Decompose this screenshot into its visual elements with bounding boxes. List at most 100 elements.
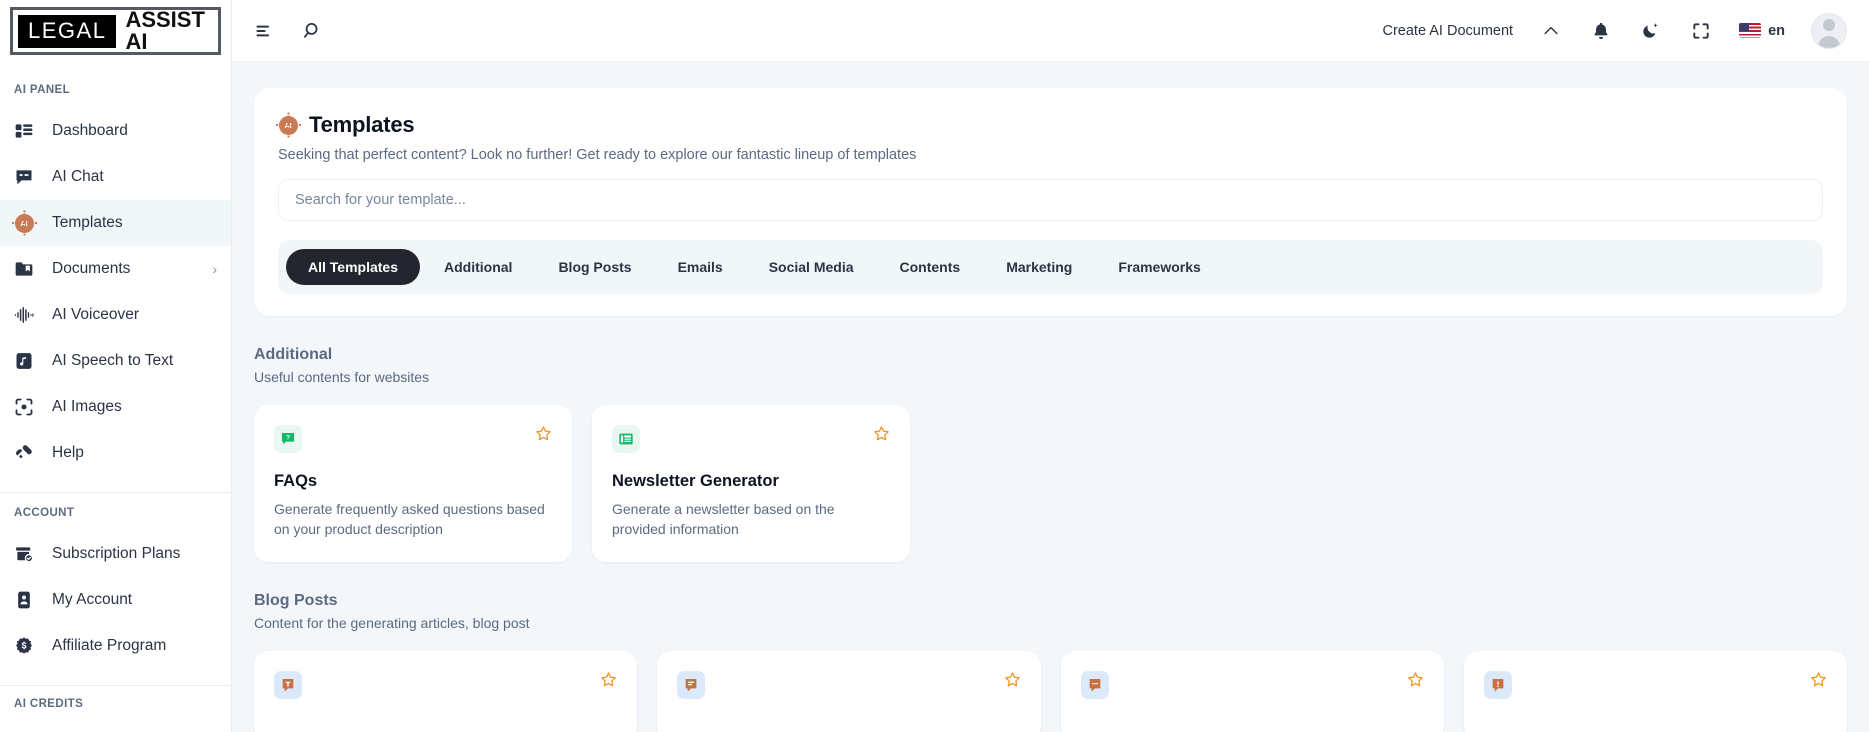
id-card-icon (14, 590, 34, 610)
group-title: Blog Posts (254, 591, 338, 609)
sidebar-section-label-account: ACCOUNT (14, 507, 75, 519)
logo[interactable]: LEGAL ASSIST AI (0, 0, 231, 62)
template-card-list (254, 650, 1847, 732)
template-card-blog-4[interactable] (1463, 650, 1847, 732)
sidebar-item-label: My Account (52, 591, 133, 608)
tab-blog-posts[interactable]: Blog Posts (536, 249, 653, 285)
sidebar-item-label: AI Images (52, 398, 122, 415)
chevron-right-icon: › (212, 261, 217, 277)
logo-box: LEGAL ASSIST AI (10, 7, 221, 55)
star-outline-icon[interactable] (535, 425, 552, 442)
moon-icon[interactable] (1639, 19, 1663, 43)
create-ai-document-button[interactable]: Create AI Document (1383, 23, 1514, 39)
template-card-blog-2[interactable] (657, 650, 1041, 732)
language-selector[interactable]: en (1739, 23, 1785, 39)
sidebar-item-documents[interactable]: Documents › (0, 246, 231, 292)
group-subtitle: Useful contents for websites (254, 369, 430, 385)
template-card-newsletter-generator[interactable]: Newsletter Generator Generate a newslett… (592, 405, 910, 562)
tab-frameworks[interactable]: Frameworks (1096, 249, 1222, 285)
chevron-up-icon[interactable] (1539, 19, 1563, 43)
sidebar-item-ai-voiceover[interactable]: AI Voiceover (0, 292, 231, 338)
group-subtitle: Content for the generating articles, blo… (254, 614, 530, 631)
chat-icon (14, 167, 34, 187)
avatar[interactable] (1811, 12, 1847, 49)
sidebar-item-ai-images[interactable]: AI Images (0, 384, 231, 430)
topbar-right: Create AI Document en (1383, 12, 1847, 49)
sidebar-item-my-account[interactable]: My Account (0, 577, 231, 623)
tab-contents[interactable]: Contents (878, 249, 983, 285)
template-search[interactable] (278, 179, 1823, 221)
search-input[interactable] (295, 192, 1806, 208)
waveform-icon (14, 305, 34, 325)
sidebar-section-label-ai-panel: AI PANEL (14, 84, 71, 96)
star-outline-icon[interactable] (1004, 671, 1021, 688)
tab-social-media[interactable]: Social Media (747, 249, 876, 285)
topbar: Create AI Document en (232, 0, 1869, 62)
search-icon[interactable] (300, 19, 324, 43)
card-description: Generate frequently asked questions base… (274, 501, 545, 537)
sidebar-item-subscription-plans[interactable]: Subscription Plans (0, 531, 231, 577)
dashboard-icon (14, 121, 34, 141)
star-outline-icon[interactable] (600, 671, 617, 688)
star-outline-icon[interactable] (1407, 671, 1424, 688)
text-bubble-icon (274, 670, 302, 699)
star-outline-icon[interactable] (873, 425, 890, 442)
audio-file-icon (14, 351, 34, 371)
sidebar-item-label: AI Voiceover (52, 306, 140, 323)
group-title: Additional (254, 346, 333, 363)
templates-panel: AI Templates Seeking that perfect conten… (254, 88, 1847, 316)
sidebar-item-help[interactable]: Help (0, 430, 231, 476)
category-tabs: All Templates Additional Blog Posts Emai… (278, 240, 1823, 294)
card-header (274, 670, 617, 699)
question-bubble-icon: ? (274, 425, 302, 453)
sidebar-item-label: Help (52, 444, 84, 461)
us-flag-icon (1739, 23, 1762, 38)
content-inner: AI Templates Seeking that perfect conten… (232, 88, 1869, 732)
sidebar-item-label: Dashboard (52, 122, 128, 139)
fullscreen-icon[interactable] (1689, 19, 1713, 43)
tab-marketing[interactable]: Marketing (984, 249, 1094, 285)
bell-icon[interactable] (1589, 19, 1613, 43)
sidebar-item-label: Documents (52, 260, 131, 277)
template-card-faqs[interactable]: ? FAQs Generate frequently asked questio… (254, 405, 572, 562)
dollar-badge-icon (14, 636, 34, 656)
tab-additional[interactable]: Additional (422, 249, 534, 285)
camera-icon (14, 397, 34, 417)
sidebar-section-label-ai-credits: AI CREDITS (14, 698, 84, 710)
logo-mark: LEGAL (18, 14, 117, 48)
tab-all-templates[interactable]: All Templates (286, 249, 420, 285)
sidebar-item-label: Affiliate Program (52, 637, 167, 654)
card-title: Newsletter Generator (612, 472, 779, 490)
language-label: en (1768, 22, 1785, 39)
page-title-text: Templates (309, 112, 415, 137)
group-additional: Additional Useful contents for websites … (254, 346, 1847, 562)
app-root: LEGAL ASSIST AI AI PANEL Dashboard AI Ch… (0, 0, 1869, 732)
sidebar-item-affiliate-program[interactable]: Affiliate Program (0, 623, 231, 669)
sidebar-item-templates[interactable]: AI Templates (0, 200, 231, 246)
newspaper-icon (612, 425, 640, 453)
megaphone-icon (14, 443, 34, 463)
sidebar-item-ai-chat[interactable]: AI Chat (0, 154, 231, 200)
sidebar-item-label: AI Chat (52, 168, 104, 185)
template-card-list: ? FAQs Generate frequently asked questio… (254, 405, 1847, 562)
template-card-blog-3[interactable] (1060, 650, 1444, 732)
tab-emails[interactable]: Emails (656, 249, 745, 285)
logo-text: ASSIST AI (125, 7, 205, 54)
sidebar-item-dashboard[interactable]: Dashboard (0, 108, 231, 154)
sidebar-item-label: Subscription Plans (52, 545, 181, 562)
card-header (677, 670, 1021, 699)
template-card-blog-1[interactable] (254, 650, 638, 732)
hamburger-icon[interactable] (252, 19, 276, 43)
sidebar-item-ai-speech-to-text[interactable]: AI Speech to Text (0, 338, 231, 384)
group-blog-posts: Blog Posts Content for the generating ar… (254, 592, 1847, 732)
card-title: FAQs (274, 472, 318, 490)
sidebar: LEGAL ASSIST AI AI PANEL Dashboard AI Ch… (0, 0, 232, 732)
content-scroll[interactable]: AI Templates Seeking that perfect conten… (232, 62, 1869, 732)
exclaim-bubble-icon (1483, 670, 1512, 699)
star-outline-icon[interactable] (1810, 671, 1827, 688)
sidebar-item-label: Templates (52, 214, 123, 231)
card-header (1080, 670, 1424, 699)
sidebar-item-label: AI Speech to Text (52, 352, 174, 369)
ai-chip-icon: AI (278, 115, 298, 135)
box-check-icon (14, 544, 34, 564)
